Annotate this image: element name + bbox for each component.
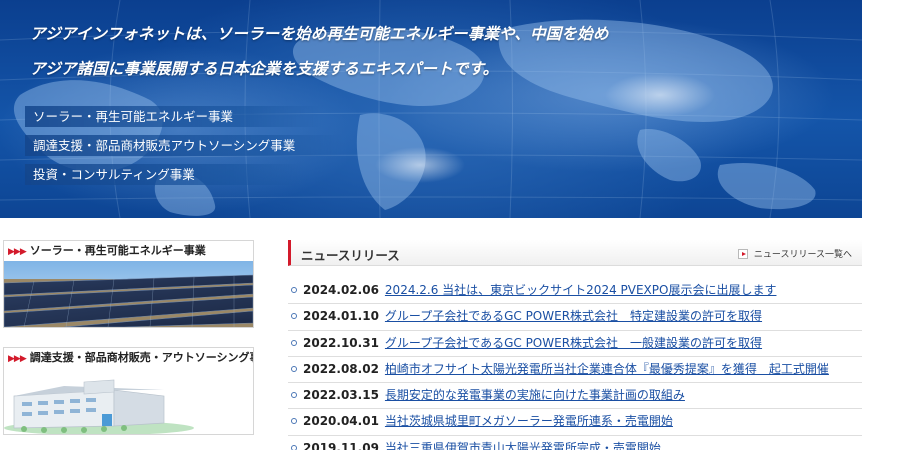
news-link[interactable]: 長期安定的な発電事業の実施に向けた事業計画の取組み (385, 388, 685, 402)
business-card-title: 調達支援・部品商材販売・アウトソーシング事業 (29, 351, 253, 364)
hero-banner: アジアインフォネットは、ソーラーを始め再生可能エネルギー事業や、中国を始め アジ… (0, 0, 862, 218)
news-link[interactable]: 柏崎市オフサイト太陽光発電所当社企業連合体『最優秀提案』を獲得 起工式開催 (385, 362, 829, 376)
news-date: 2022.08.02 (303, 361, 379, 376)
service-link-investment[interactable]: 投資・コンサルティング事業 (22, 164, 302, 185)
news-item: 2022.03.15 長期安定的な発電事業の実施に向けた事業計画の取組み (288, 383, 862, 410)
news-title: ニュースリリース (301, 248, 400, 263)
news-link[interactable]: 当社茨城県城里町メガソーラー発電所連系・売電開始 (385, 414, 673, 428)
circle-bullet-icon (291, 287, 297, 293)
news-list: 2024.02.06 2024.2.6 当社は、東京ビックサイト2024 PVEX… (288, 278, 862, 450)
news-section: ニュースリリース ニュースリリース一覧へ 2024.02.06 2024.2.6 … (288, 240, 862, 450)
news-link[interactable]: 2024.2.6 当社は、東京ビックサイト2024 PVEXPO展示会に出展しま… (385, 283, 777, 297)
solar-panels-image (4, 261, 253, 327)
circle-bullet-icon (291, 444, 297, 450)
triple-arrow-icon: ▶▶▶ (8, 354, 27, 364)
news-item: 2020.04.01 当社茨城県城里町メガソーラー発電所連系・売電開始 (288, 409, 862, 436)
circle-bullet-icon (291, 365, 297, 372)
business-card-solar[interactable]: ▶▶▶ ソーラー・再生可能エネルギー事業 (3, 240, 254, 328)
service-link-procurement[interactable]: 調達支援・部品商材販売アウトソーシング事業 (22, 135, 342, 156)
hero-tagline-line2: アジア諸国に事業展開する日本企業を支援するエキスパートです。 (30, 60, 499, 78)
page: アジアインフォネットは、ソーラーを始め再生可能エネルギー事業や、中国を始め アジ… (0, 0, 900, 450)
news-link[interactable]: グループ子会社であるGC POWER株式会社 特定建設業の許可を取得 (385, 309, 762, 323)
news-list-link-label: ニュースリリース一覧へ (753, 250, 852, 260)
arrow-box-icon (737, 249, 748, 259)
business-card-header: ▶▶▶ 調達支援・部品商材販売・アウトソーシング事業 (4, 348, 253, 368)
news-item: 2024.02.06 2024.2.6 当社は、東京ビックサイト2024 PVEX… (288, 278, 862, 305)
news-item: 2022.08.02 柏崎市オフサイト太陽光発電所当社企業連合体『最優秀提案』を獲… (288, 357, 862, 384)
news-item: 2022.10.31 グループ子会社であるGC POWER株式会社 一般建設業の許… (288, 331, 862, 357)
hero-tagline-line1: アジアインフォネットは、ソーラーを始め再生可能エネルギー事業や、中国を始め (30, 25, 609, 43)
circle-bullet-icon (291, 418, 297, 425)
news-link[interactable]: グループ子会社であるGC POWER株式会社 一般建設業の許可を取得 (385, 336, 762, 350)
news-header: ニュースリリース ニュースリリース一覧へ (288, 240, 862, 266)
factory-building-image (4, 368, 253, 434)
news-item: 2019.11.09 当社三重県伊賀市青山太陽光発電所完成・売電開始 (288, 436, 862, 450)
triple-arrow-icon: ▶▶▶ (8, 247, 27, 257)
news-date: 2024.01.10 (303, 309, 379, 324)
news-link[interactable]: 当社三重県伊賀市青山太陽光発電所完成・売電開始 (385, 441, 661, 450)
news-date: 2019.11.09 (303, 440, 379, 450)
business-card-procurement[interactable]: ▶▶▶ 調達支援・部品商材販売・アウトソーシング事業 (3, 347, 254, 435)
circle-bullet-icon (291, 313, 297, 320)
news-date: 2024.02.06 (303, 283, 379, 297)
news-date: 2022.10.31 (303, 335, 379, 350)
news-date: 2022.03.15 (303, 388, 379, 403)
business-card-header: ▶▶▶ ソーラー・再生可能エネルギー事業 (4, 241, 253, 261)
business-card-title: ソーラー・再生可能エネルギー事業 (29, 244, 206, 257)
circle-bullet-icon (291, 339, 297, 346)
news-list-link[interactable]: ニュースリリース一覧へ (737, 247, 852, 260)
circle-bullet-icon (291, 392, 297, 399)
service-link-solar[interactable]: ソーラー・再生可能エネルギー事業 (22, 106, 322, 127)
news-item: 2024.01.10 グループ子会社であるGC POWER株式会社 特定建設業の許… (288, 304, 862, 331)
news-date: 2020.04.01 (303, 414, 379, 429)
